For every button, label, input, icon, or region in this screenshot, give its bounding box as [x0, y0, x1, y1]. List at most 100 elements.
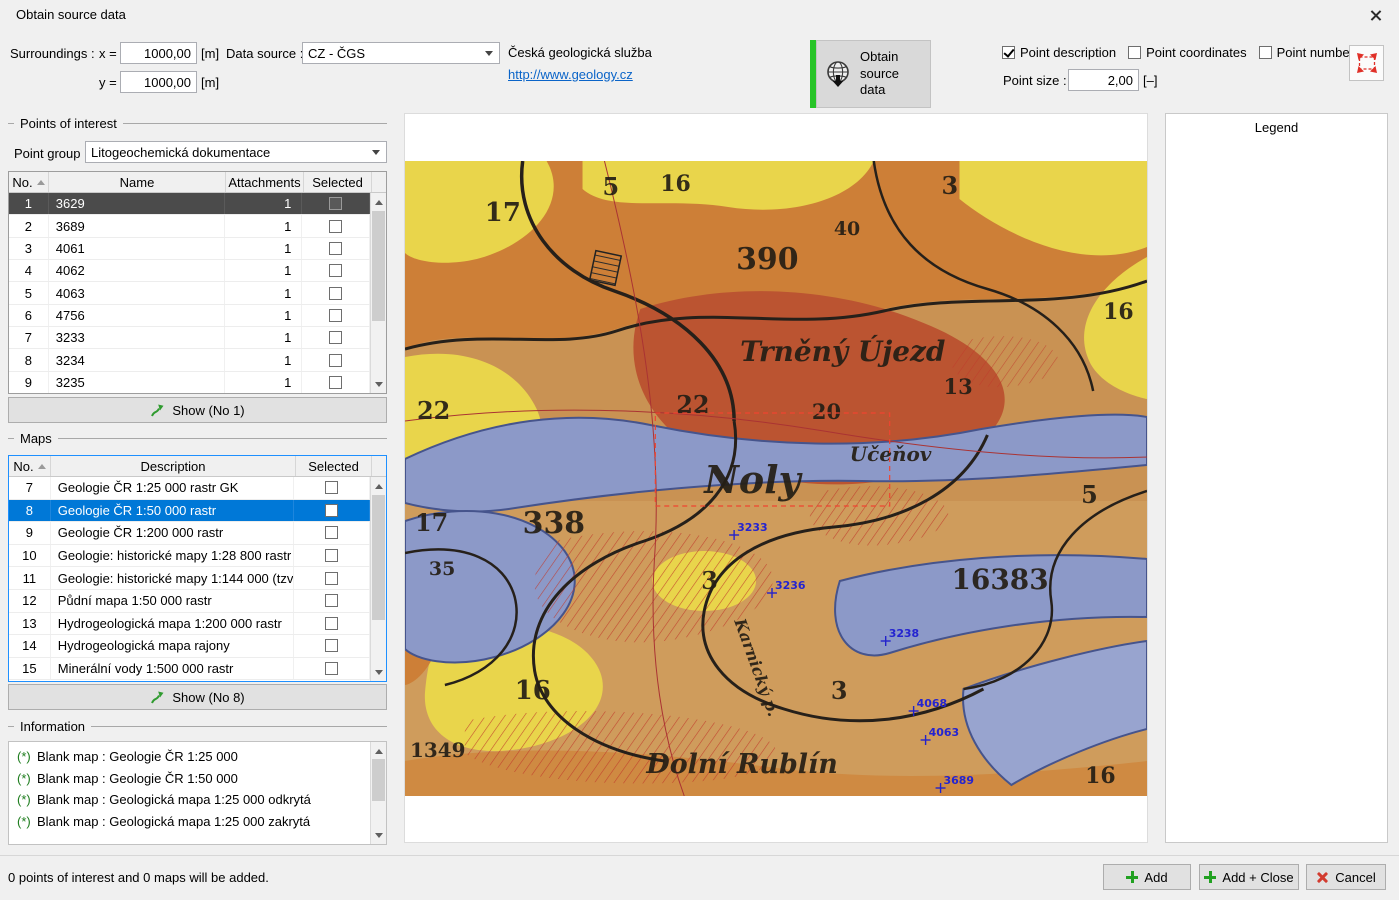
maps-section-title: Maps: [20, 431, 52, 446]
point-group-select[interactable]: Litogeochemická dokumentace: [85, 141, 387, 163]
points-table-row[interactable]: 832341: [9, 349, 370, 371]
scroll-down-icon[interactable]: [371, 827, 386, 843]
row-checkbox[interactable]: [325, 662, 338, 675]
show-point-button[interactable]: Show (No 1): [8, 397, 387, 423]
column-header-name[interactable]: Name: [49, 172, 226, 192]
points-table-row[interactable]: 540631: [9, 282, 370, 304]
data-source-select[interactable]: CZ - ČGS: [302, 42, 500, 64]
maps-table-row[interactable]: 8Geologie ČR 1:50 000 rastr: [9, 500, 370, 523]
row-checkbox[interactable]: [329, 242, 342, 255]
cell-name: 3235: [49, 372, 225, 393]
obtain-button-label: Obtain source data: [860, 49, 924, 100]
column-header-description[interactable]: Description: [51, 456, 296, 476]
cell-selected: [294, 522, 370, 544]
column-header-selected[interactable]: Selected: [296, 456, 372, 476]
cancel-button[interactable]: Cancel: [1306, 864, 1386, 890]
point-group-label: Point group :: [14, 146, 88, 161]
scroll-thumb[interactable]: [372, 211, 385, 321]
show-point-label: Show (No 1): [172, 403, 244, 418]
row-checkbox[interactable]: [325, 481, 338, 494]
cell-no: 6: [9, 305, 49, 326]
toolbar-checkbox[interactable]: Point description: [1002, 45, 1116, 60]
map-label: 5: [1081, 481, 1098, 509]
scroll-up-icon[interactable]: [371, 194, 386, 210]
x-label: x =: [99, 46, 117, 61]
scroll-down-icon[interactable]: [371, 376, 386, 392]
checkbox-box[interactable]: [1002, 46, 1015, 59]
points-table-row[interactable]: 340611: [9, 238, 370, 260]
row-checkbox[interactable]: [325, 617, 338, 630]
maps-table-row[interactable]: 9Geologie ČR 1:200 000 rastr: [9, 522, 370, 545]
column-header-no[interactable]: No.: [9, 172, 49, 192]
maps-table-row[interactable]: 15Minerální vody 1:500 000 rastr: [9, 658, 370, 681]
add-close-button[interactable]: Add + Close: [1199, 864, 1299, 890]
close-button[interactable]: [1361, 4, 1391, 26]
cell-selected: [302, 372, 370, 393]
column-header-no[interactable]: No.: [9, 456, 51, 476]
obtain-source-data-button[interactable]: Obtain source data: [816, 40, 931, 108]
cell-selected: [294, 477, 370, 499]
row-checkbox[interactable]: [329, 264, 342, 277]
row-checkbox[interactable]: [325, 526, 338, 539]
toolbar-checkbox[interactable]: Point number: [1259, 45, 1354, 60]
row-checkbox[interactable]: [329, 309, 342, 322]
points-scrollbar[interactable]: [370, 193, 386, 393]
data-source-label: Data source :: [226, 46, 303, 61]
maps-table-row[interactable]: 13Hydrogeologická mapa 1:200 000 rastr: [9, 613, 370, 636]
scroll-up-icon[interactable]: [371, 478, 386, 494]
surroundings-y-input[interactable]: [120, 71, 197, 93]
cell-selected: [294, 500, 370, 522]
checkbox-box[interactable]: [1128, 46, 1141, 59]
row-checkbox[interactable]: [329, 220, 342, 233]
toolbar-checkbox[interactable]: Point coordinates: [1128, 45, 1246, 60]
row-checkbox[interactable]: [325, 594, 338, 607]
service-link[interactable]: http://www.geology.cz: [508, 67, 633, 82]
row-checkbox[interactable]: [329, 354, 342, 367]
points-table-row[interactable]: 136291: [9, 193, 370, 215]
cancel-icon: [1316, 871, 1329, 884]
maps-table-row[interactable]: 12Půdní mapa 1:50 000 rastr: [9, 590, 370, 613]
map-viewport[interactable]: 1751639040316222220135173383531638316313…: [404, 113, 1148, 843]
y-unit-label: [m]: [201, 75, 219, 90]
add-button[interactable]: Add: [1103, 864, 1191, 890]
maps-table-row[interactable]: 11Geologie: historické mapy 1:144 000 (t…: [9, 567, 370, 590]
scroll-down-icon[interactable]: [371, 664, 386, 680]
scroll-up-icon[interactable]: [371, 743, 386, 759]
row-checkbox[interactable]: [325, 572, 338, 585]
maps-table-row[interactable]: 7Geologie ČR 1:25 000 rastr GK: [9, 477, 370, 500]
points-table-row[interactable]: 932351: [9, 372, 370, 393]
cell-description: Minerální vody 1:500 000 rastr: [51, 658, 295, 680]
maps-table-row[interactable]: 10Geologie: historické mapy 1:28 800 ras…: [9, 545, 370, 568]
column-header-selected[interactable]: Selected: [304, 172, 372, 192]
show-map-button[interactable]: Show (No 8): [8, 684, 387, 710]
row-checkbox[interactable]: [329, 376, 342, 389]
maps-table-row[interactable]: 14Hydrogeologická mapa rajony: [9, 635, 370, 658]
cell-selected: [302, 193, 370, 214]
row-checkbox[interactable]: [329, 197, 342, 210]
scroll-thumb[interactable]: [372, 759, 385, 801]
column-header-attachments[interactable]: Attachments: [226, 172, 304, 192]
maps-scrollbar[interactable]: [370, 477, 386, 681]
points-table-row[interactable]: 236891: [9, 215, 370, 237]
points-section-title: Points of interest: [20, 116, 117, 131]
points-table-row[interactable]: 732331: [9, 327, 370, 349]
points-table-row[interactable]: 440621: [9, 260, 370, 282]
information-scrollbar[interactable]: [370, 742, 386, 844]
cell-no: 10: [9, 545, 51, 567]
row-checkbox[interactable]: [329, 331, 342, 344]
surroundings-x-input[interactable]: [120, 42, 197, 64]
zoom-to-selection-button[interactable]: [1349, 45, 1384, 81]
data-source-value: CZ - ČGS: [308, 46, 365, 61]
points-table-row[interactable]: 647561: [9, 305, 370, 327]
point-size-input[interactable]: [1068, 69, 1139, 91]
row-checkbox[interactable]: [325, 504, 338, 517]
cell-no: 14: [9, 635, 51, 657]
cell-no: 2: [9, 215, 49, 236]
scroll-thumb[interactable]: [372, 495, 385, 620]
row-checkbox[interactable]: [325, 639, 338, 652]
row-checkbox[interactable]: [329, 287, 342, 300]
row-checkbox[interactable]: [325, 549, 338, 562]
map-point-label: 4063: [929, 726, 959, 739]
map-label: 17: [415, 509, 448, 537]
checkbox-box[interactable]: [1259, 46, 1272, 59]
